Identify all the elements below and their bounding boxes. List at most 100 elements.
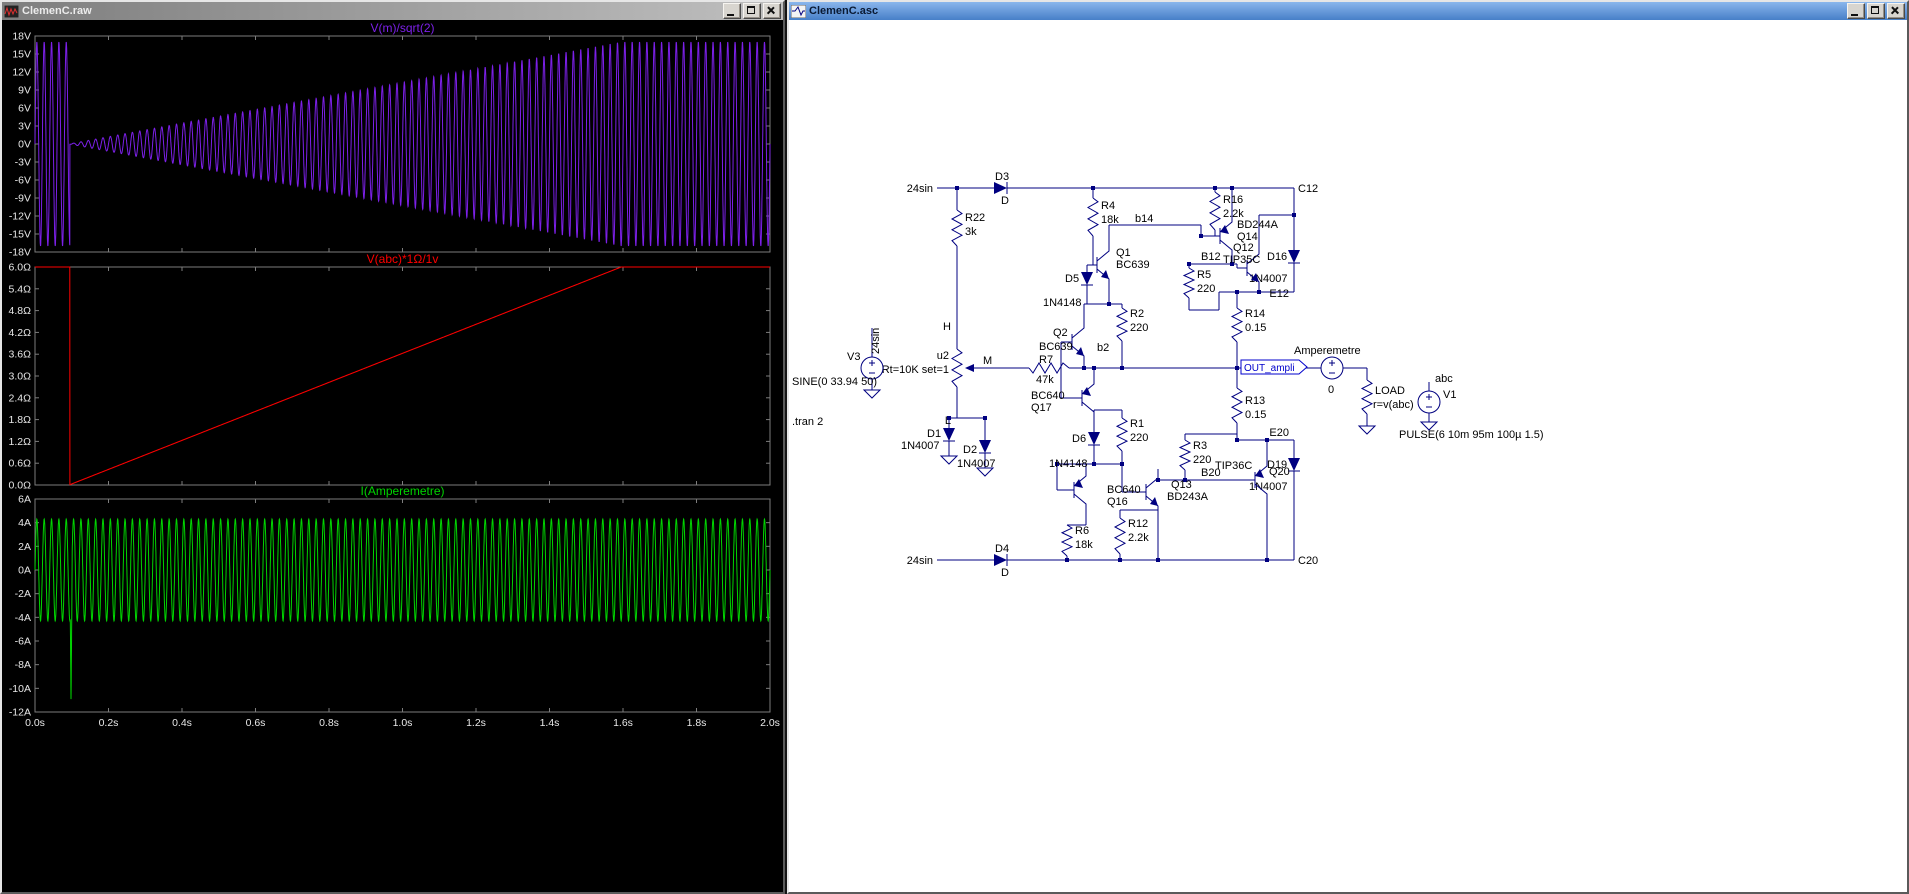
component-name[interactable]: R22 xyxy=(965,212,985,224)
component-R12[interactable] xyxy=(1113,517,1127,555)
component-R22[interactable] xyxy=(950,209,964,247)
component-BC640[interactable] xyxy=(1072,375,1095,421)
component-name[interactable]: D1 xyxy=(927,428,941,440)
component-R5[interactable] xyxy=(1182,267,1196,299)
component-Q2[interactable] xyxy=(1076,347,1084,356)
ground-symbol[interactable] xyxy=(1357,425,1377,435)
net-label[interactable]: L xyxy=(945,415,951,427)
component-D3[interactable] xyxy=(1006,182,1016,194)
component-R4[interactable] xyxy=(1086,197,1100,237)
component-name[interactable]: BD244A xyxy=(1237,219,1279,231)
net-label[interactable]: C20 xyxy=(1298,555,1318,567)
component-name[interactable]: Q13 xyxy=(1171,479,1192,491)
component-D16[interactable] xyxy=(1288,250,1300,263)
component-value[interactable]: 220 xyxy=(1130,432,1148,444)
component-Q1[interactable] xyxy=(1087,242,1110,288)
component-name[interactable]: R7 xyxy=(1039,354,1053,366)
maximize-button[interactable] xyxy=(743,3,761,19)
component-value[interactable]: 47k xyxy=(1036,374,1054,386)
net-label[interactable]: b2 xyxy=(1097,342,1109,354)
component-LOAD[interactable] xyxy=(1360,379,1374,415)
component-name[interactable]: R12 xyxy=(1128,518,1148,530)
component-name[interactable]: D4 xyxy=(995,543,1009,555)
component-R14[interactable] xyxy=(1230,307,1244,343)
component-TIP36C[interactable] xyxy=(1255,469,1264,478)
spice-directive[interactable]: PULSE(6 10m 95m 100µ 1.5) xyxy=(1399,429,1544,441)
component-name[interactable]: R3 xyxy=(1193,440,1207,452)
maximize-button[interactable] xyxy=(1867,3,1885,19)
component-D1[interactable] xyxy=(943,440,955,452)
net-label[interactable]: B12 xyxy=(1201,251,1221,263)
spice-directive[interactable]: SINE(0 33.94 50) xyxy=(792,376,877,388)
component-name[interactable]: V3 xyxy=(847,351,860,363)
component-name[interactable]: R5 xyxy=(1197,269,1211,281)
plot-pane-2[interactable]: I(Amperemetre)6A4A2A0A-2A-4A-6A-8A-10A-1… xyxy=(9,484,771,719)
component-name[interactable]: BC640 xyxy=(1107,484,1141,496)
component-name[interactable]: R2 xyxy=(1130,308,1144,320)
component-BC640[interactable] xyxy=(1074,479,1083,488)
component-R16[interactable] xyxy=(1208,191,1222,231)
component-V1[interactable] xyxy=(1426,394,1432,408)
component-value[interactable]: 1N4148 xyxy=(1043,297,1082,309)
component-name[interactable]: R6 xyxy=(1075,525,1089,537)
component-BC640[interactable] xyxy=(1082,387,1091,396)
component-name[interactable]: TIP36C xyxy=(1215,460,1252,472)
component-name[interactable]: Q2 xyxy=(1053,327,1068,339)
net-label[interactable]: abc xyxy=(1435,373,1453,385)
component-name[interactable]: Q1 xyxy=(1116,247,1131,259)
component-D1[interactable] xyxy=(943,428,955,441)
net-label[interactable]: E20 xyxy=(1269,427,1289,439)
component-name[interactable]: D16 xyxy=(1267,251,1287,263)
component-D3[interactable] xyxy=(994,182,1007,194)
component-name[interactable]: R4 xyxy=(1101,200,1115,212)
component-D19[interactable] xyxy=(1288,470,1300,482)
component-value[interactable]: u2 xyxy=(937,350,949,362)
component-name[interactable]: D5 xyxy=(1065,273,1079,285)
component-value[interactable]: 220 xyxy=(1193,454,1211,466)
component-name[interactable]: Amperemetre xyxy=(1294,345,1361,357)
component-name[interactable]: D3 xyxy=(995,171,1009,183)
component-name[interactable]: D2 xyxy=(963,444,977,456)
ground-symbol[interactable] xyxy=(939,455,959,465)
net-label[interactable]: B20 xyxy=(1201,467,1221,479)
component-D4[interactable] xyxy=(994,554,1007,566)
component-Amperemetre[interactable] xyxy=(1329,360,1335,374)
component-name[interactable]: R16 xyxy=(1223,194,1243,206)
plot-pane-0[interactable]: V(m)/sqrt(2) 18V 15V 12V 9V 6V 3V 0V -3V -6V -9V -1… xyxy=(9,21,771,259)
net-label[interactable]: 24sin xyxy=(870,328,882,354)
close-button[interactable] xyxy=(763,3,781,19)
component-value[interactable]: 2.2k xyxy=(1128,532,1149,544)
component-value[interactable]: 0 xyxy=(1328,384,1334,396)
component-R3[interactable] xyxy=(1178,439,1192,471)
component-R1[interactable] xyxy=(1115,417,1129,452)
component-value[interactable]: D xyxy=(1001,567,1009,579)
waveform-plot-area[interactable]: V(m)/sqrt(2) 18V 15V 12V 9V 6V 3V 0V -3V -6V -9V -1… xyxy=(2,20,783,892)
component-value[interactable]: 1N4148 xyxy=(1049,458,1088,470)
schematic-canvas[interactable]: R22 3k R4 18k R16 2.2k R5 220 R2 220 R14 0.15 R7 47k R… xyxy=(789,20,1907,892)
component-name[interactable]: LOAD xyxy=(1375,385,1405,397)
component-value[interactable]: 18k xyxy=(1101,214,1119,226)
component-Rt=10K set=1[interactable] xyxy=(950,348,964,388)
ground-symbol[interactable] xyxy=(862,389,882,399)
net-label[interactable]: 24sin xyxy=(907,183,933,195)
component-value[interactable]: 18k xyxy=(1075,539,1093,551)
component-D16[interactable] xyxy=(1288,262,1300,274)
component-BD244A[interactable] xyxy=(1220,225,1229,234)
net-label[interactable]: 24sin xyxy=(907,555,933,567)
component-name[interactable]: R13 xyxy=(1245,395,1265,407)
component-value[interactable]: D xyxy=(1001,195,1009,207)
component-name[interactable]: BC640 xyxy=(1031,390,1065,402)
component-value[interactable]: Q16 xyxy=(1107,496,1128,508)
component-R13[interactable] xyxy=(1230,387,1244,424)
component-value[interactable]: BC639 xyxy=(1116,259,1150,271)
component-D4[interactable] xyxy=(1006,554,1016,566)
component-D2[interactable] xyxy=(979,440,991,453)
component-name[interactable]: Rt=10K set=1 xyxy=(882,364,949,376)
minimize-button[interactable] xyxy=(723,3,741,19)
component-value[interactable]: BD243A xyxy=(1167,491,1209,503)
component-Rt=10K set=1[interactable] xyxy=(965,364,974,372)
component-D19[interactable] xyxy=(1288,458,1300,471)
component-value[interactable]: r=v(abc) xyxy=(1373,399,1414,411)
component-value[interactable]: 220 xyxy=(1197,283,1215,295)
trace-title[interactable]: V(abc)*1Ω/1v xyxy=(367,252,439,266)
